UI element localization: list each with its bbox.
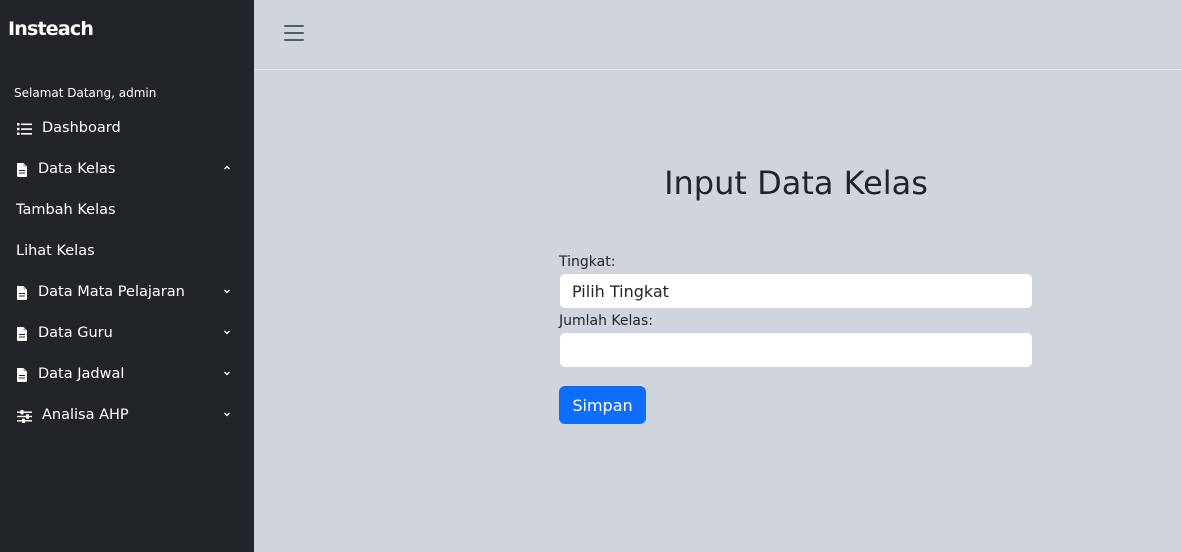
sidebar-subitem-lihat-kelas[interactable]: Lihat Kelas: [16, 243, 95, 259]
sidebar-item-label: Data Guru: [38, 325, 113, 341]
sidebar-item-data-mata-pelajaran[interactable]: Data Mata Pelajaran: [0, 278, 254, 308]
chevron-down-icon: [221, 284, 233, 296]
tingkat-selected-value: Pilih Tingkat: [572, 282, 669, 301]
sidebar: Insteach Selamat Datang, admin Dashboard…: [0, 0, 254, 552]
tingkat-label: Tingkat:: [559, 254, 616, 270]
file-icon: [14, 162, 30, 178]
tingkat-select[interactable]: Pilih Tingkat: [559, 273, 1033, 309]
chevron-down-icon: [221, 325, 233, 337]
list-icon: [16, 121, 32, 137]
page-title: Input Data Kelas: [664, 164, 928, 202]
topbar: [254, 0, 1182, 70]
sidebar-item-label: Data Jadwal: [38, 366, 125, 382]
brand-logo[interactable]: Insteach: [8, 18, 94, 40]
welcome-text: Selamat Datang, admin: [14, 86, 157, 100]
chevron-down-icon: [221, 407, 233, 419]
jumlah-kelas-field[interactable]: [559, 332, 1033, 368]
jumlah-kelas-input[interactable]: [560, 333, 1032, 367]
file-icon: [14, 326, 30, 342]
sidebar-item-analisa-ahp[interactable]: Analisa AHP: [0, 401, 254, 431]
simpan-button[interactable]: Simpan: [559, 386, 646, 424]
file-icon: [14, 367, 30, 383]
sliders-icon: [16, 408, 32, 424]
sidebar-item-label: Data Mata Pelajaran: [38, 284, 185, 300]
sidebar-item-data-guru[interactable]: Data Guru: [0, 319, 254, 349]
sidebar-item-dashboard[interactable]: Dashboard: [0, 114, 254, 144]
jumlah-kelas-label: Jumlah Kelas:: [559, 313, 654, 329]
sidebar-item-label: Analisa AHP: [42, 407, 129, 423]
chevron-up-icon: [221, 161, 233, 173]
hamburger-icon[interactable]: [284, 23, 306, 43]
sidebar-subitem-tambah-kelas[interactable]: Tambah Kelas: [16, 202, 116, 218]
chevron-down-icon: [221, 366, 233, 378]
sidebar-item-label: Dashboard: [42, 120, 121, 136]
sidebar-item-data-kelas[interactable]: Data Kelas: [0, 155, 254, 185]
file-icon: [14, 285, 30, 301]
sidebar-item-data-jadwal[interactable]: Data Jadwal: [0, 360, 254, 390]
sidebar-item-label: Data Kelas: [38, 161, 116, 177]
